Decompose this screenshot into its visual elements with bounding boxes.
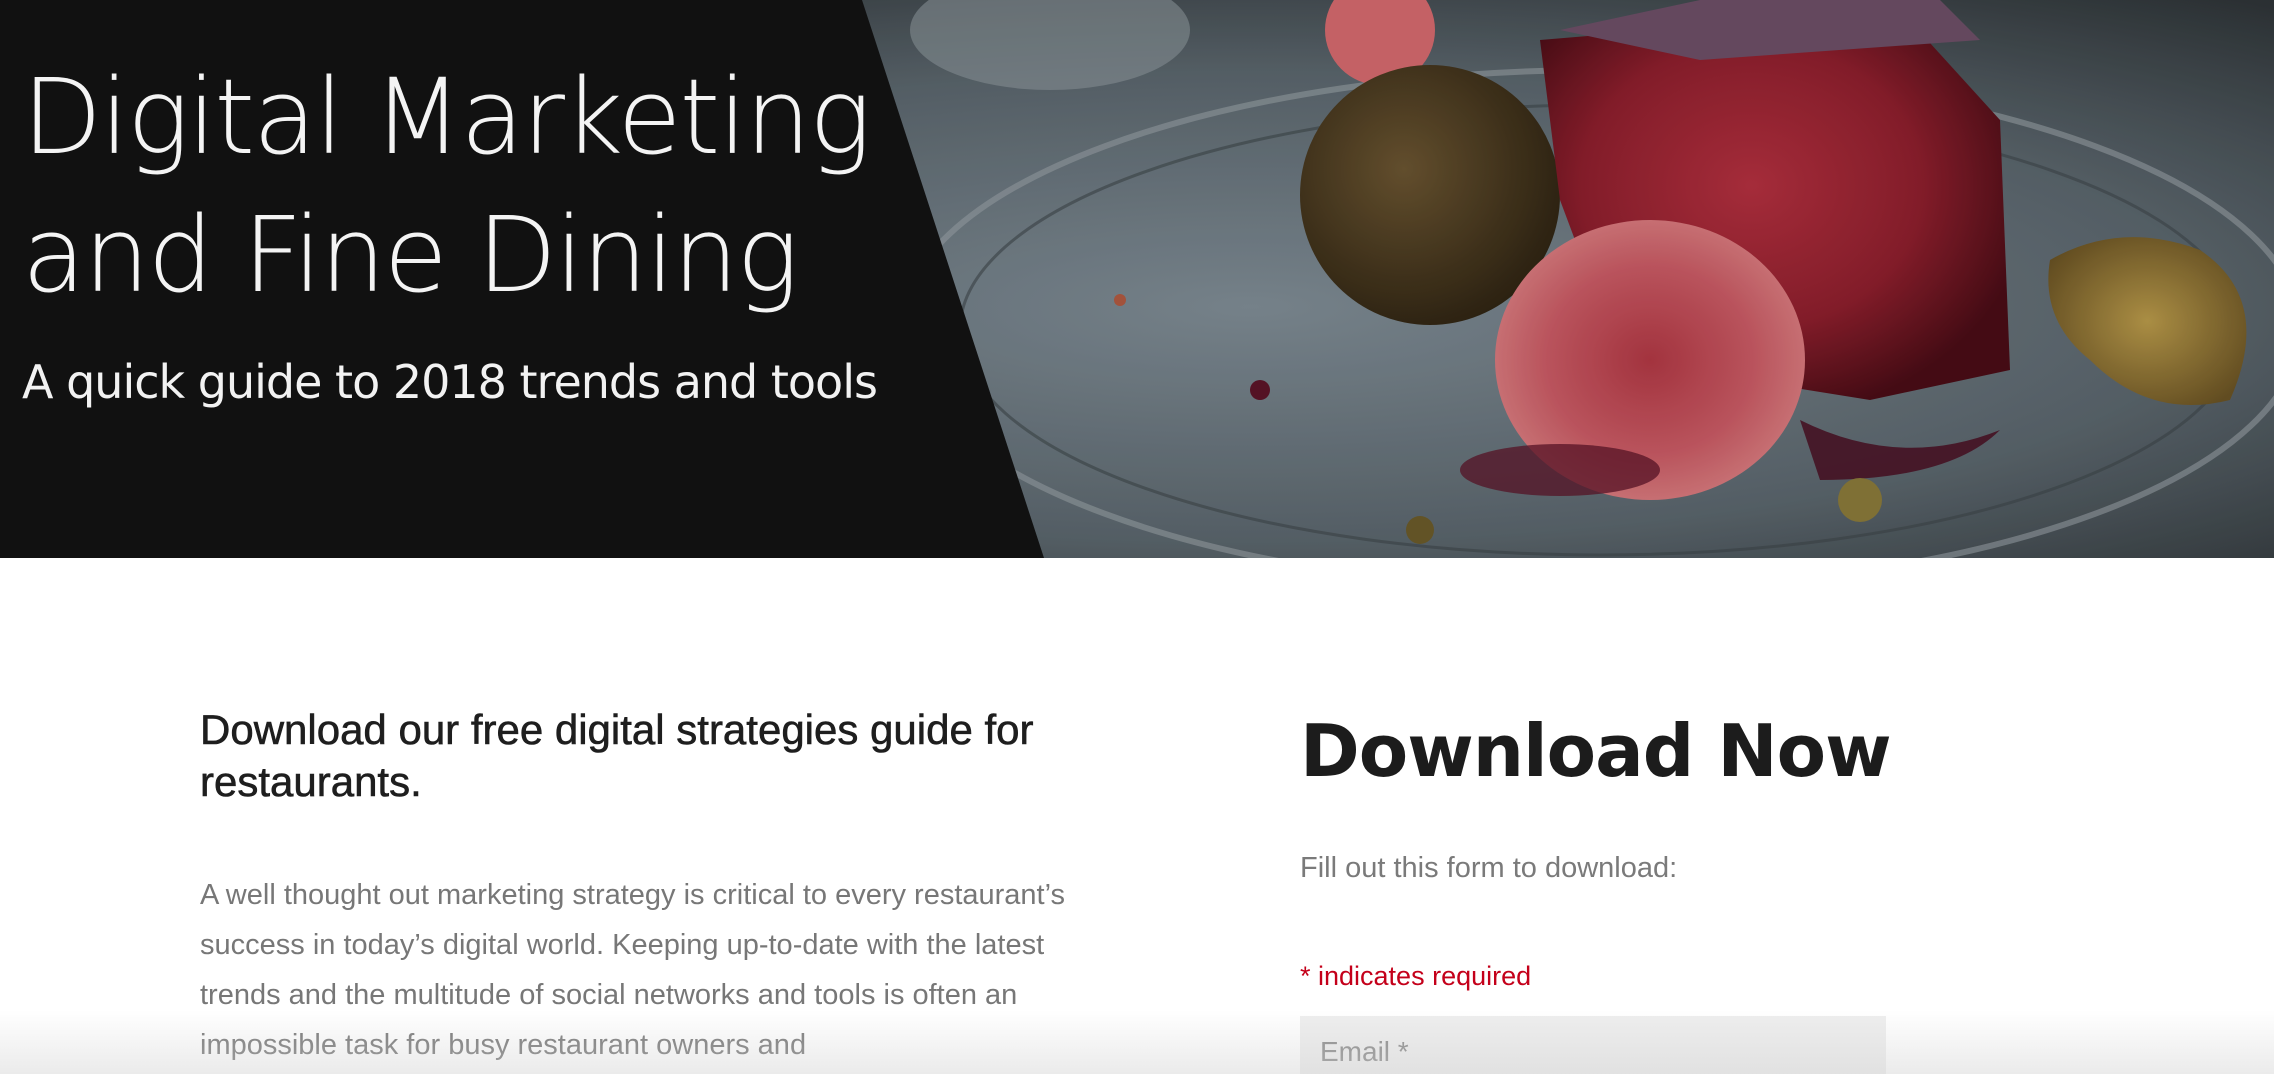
email-field[interactable] [1300, 1016, 1886, 1074]
hero-title-line-2: and Fine Dining [22, 194, 799, 316]
form-intro-text: Fill out this form to download: [1300, 852, 1678, 884]
download-now-title: Download Now [1300, 709, 1892, 793]
hero-title-line-1: Digital Marketing [22, 56, 871, 178]
hero-banner: Digital Marketing and Fine Dining A quic… [0, 0, 2274, 558]
hero-title: Digital Marketing and Fine Dining [22, 48, 902, 324]
guide-description: A well thought out marketing strategy is… [200, 879, 1066, 1061]
required-fields-note: * indicates required [1300, 961, 1532, 991]
guide-heading: Download our free digital strategies gui… [200, 706, 1034, 806]
hero-subtitle: A quick guide to 2018 trends and tools [22, 355, 878, 409]
